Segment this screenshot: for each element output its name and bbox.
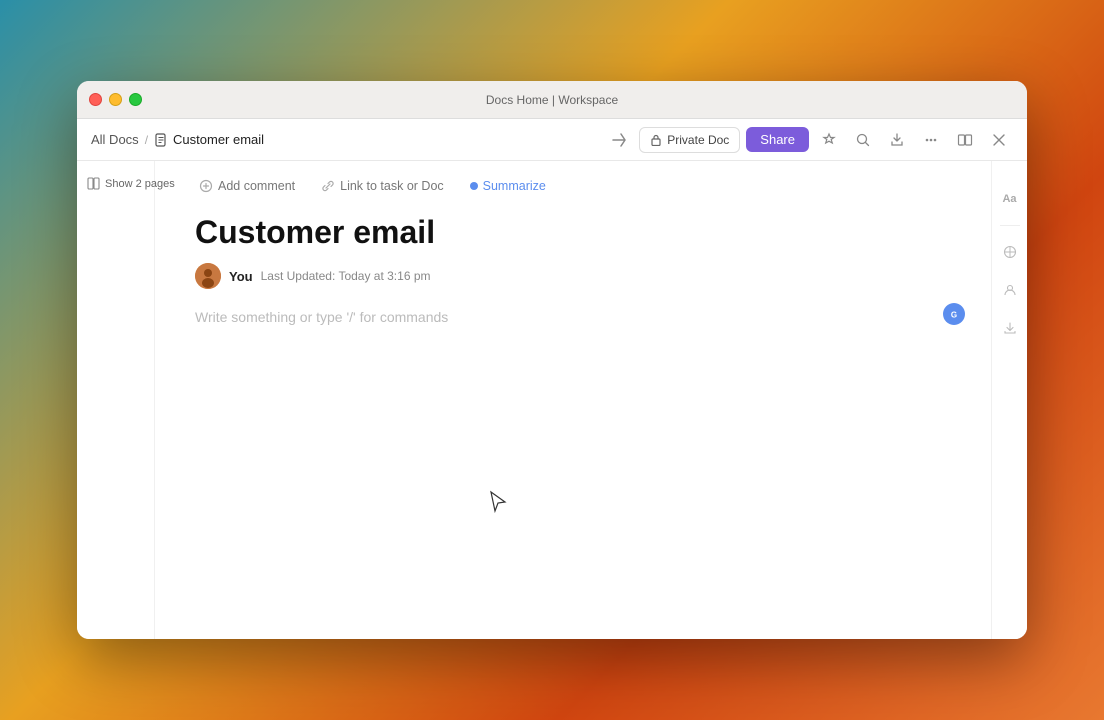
window-title: Docs Home | Workspace — [486, 93, 618, 107]
export-button[interactable] — [883, 126, 911, 154]
last-updated-text: Last Updated: Today at 3:16 pm — [261, 269, 431, 283]
current-doc-name: Customer email — [173, 132, 264, 147]
link-task-button[interactable]: Link to task or Doc — [317, 177, 448, 195]
avatar-inner — [195, 263, 221, 289]
minimize-button[interactable] — [109, 93, 122, 106]
share-to-icon-btn[interactable] — [605, 126, 633, 154]
author-row: You Last Updated: Today at 3:16 pm — [195, 263, 951, 289]
star-button[interactable] — [815, 126, 843, 154]
doc-actions: Add comment Link to task or Doc Summariz… — [195, 161, 951, 205]
app-window: Docs Home | Workspace All Docs / Custome… — [77, 81, 1027, 639]
layout-button[interactable] — [996, 238, 1024, 266]
summarize-label: Summarize — [483, 179, 546, 193]
doc-icon — [154, 133, 168, 147]
cursor-indicator: G — [943, 303, 965, 325]
sidebar-left: Show 2 pages — [77, 161, 155, 639]
summarize-button[interactable]: Summarize — [466, 177, 550, 195]
editor-area[interactable]: Write something or type '/' for commands… — [195, 307, 951, 507]
summarize-dot — [470, 182, 478, 190]
breadcrumb-current-doc: Customer email — [154, 132, 264, 147]
search-button[interactable] — [849, 126, 877, 154]
breadcrumb-separator: / — [145, 133, 148, 147]
sidebar-right: Aa — [991, 161, 1027, 639]
author-name: You — [229, 269, 253, 284]
more-options-button[interactable] — [917, 126, 945, 154]
doc-area: Add comment Link to task or Doc Summariz… — [155, 161, 991, 639]
toolbar: All Docs / Customer email — [77, 119, 1027, 161]
link-task-label: Link to task or Doc — [340, 179, 444, 193]
document-title: Customer email — [195, 213, 951, 251]
private-doc-label: Private Doc — [667, 133, 729, 147]
private-doc-button[interactable]: Private Doc — [639, 127, 740, 153]
add-comment-label: Add comment — [218, 179, 295, 193]
font-size-button[interactable]: Aa — [996, 185, 1024, 213]
title-bar: Docs Home | Workspace — [77, 81, 1027, 119]
split-view-button[interactable] — [951, 126, 979, 154]
avatar — [195, 263, 221, 289]
editor-placeholder[interactable]: Write something or type '/' for commands — [195, 307, 951, 327]
font-icon: Aa — [1002, 193, 1016, 205]
download-button[interactable] — [996, 314, 1024, 342]
add-comment-button[interactable]: Add comment — [195, 177, 299, 195]
traffic-lights — [89, 93, 142, 106]
collaborators-button[interactable] — [996, 276, 1024, 304]
close-button[interactable] — [89, 93, 102, 106]
toolbar-right: Private Doc Share — [605, 126, 1013, 154]
all-docs-link[interactable]: All Docs — [91, 132, 139, 147]
svg-text:G: G — [951, 311, 957, 320]
breadcrumb: All Docs / Customer email — [91, 132, 264, 147]
maximize-button[interactable] — [129, 93, 142, 106]
close-doc-button[interactable] — [985, 126, 1013, 154]
main-content: Show 2 pages Add comment — [77, 161, 1027, 639]
share-button[interactable]: Share — [746, 127, 809, 152]
